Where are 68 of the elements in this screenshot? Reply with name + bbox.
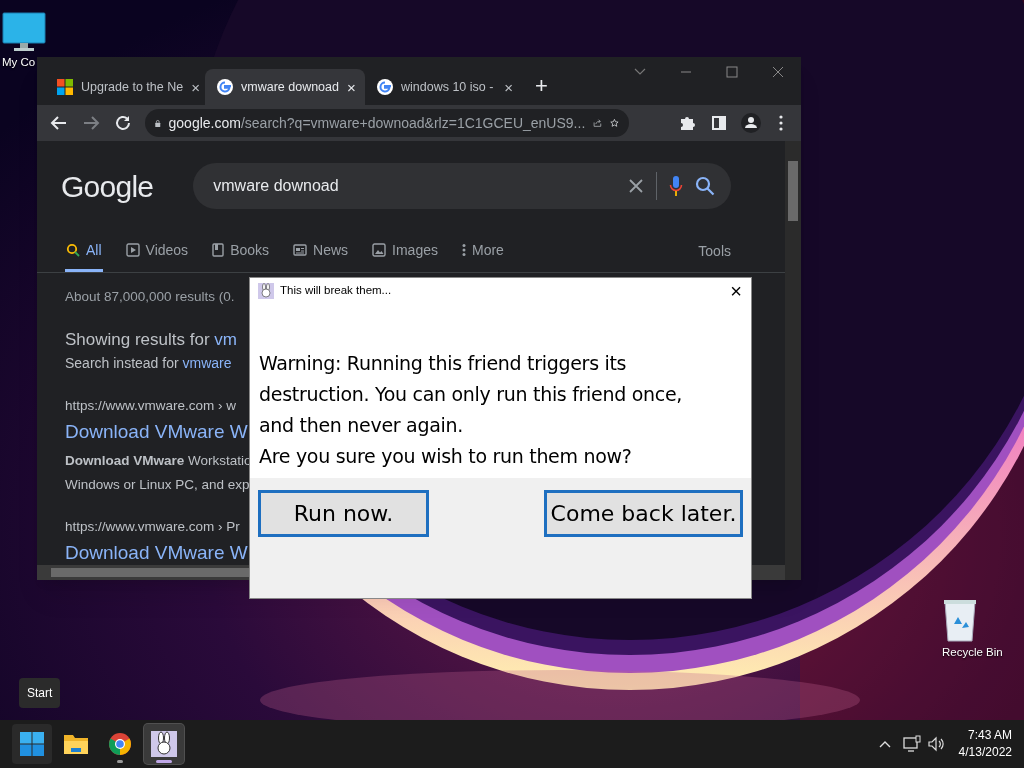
tools-link[interactable]: Tools	[698, 241, 731, 262]
browser-tab[interactable]: Upgrade to the Ne ×	[45, 69, 205, 105]
tab-close-button[interactable]: ×	[191, 79, 200, 95]
url-text: google.com/search?q=vmware+downoad&rlz=1C1GCEU_enUS9...	[168, 113, 586, 133]
monitor-icon	[2, 12, 46, 52]
browser-tab[interactable]: vmware downoad ×	[205, 69, 365, 105]
taskbar-button[interactable]	[12, 724, 52, 764]
dialog-button[interactable]: Come back later.	[544, 490, 743, 537]
search-tab[interactable]: Books	[211, 231, 271, 272]
network-icon[interactable]	[902, 735, 921, 753]
search-tab[interactable]: Videos	[124, 231, 190, 272]
result-snippet: Windows or Linux PC, and exp	[65, 475, 250, 494]
result-snippet: Download VMware Workstatio	[65, 451, 252, 470]
scrollbar[interactable]	[785, 141, 801, 580]
book-icon	[212, 243, 225, 257]
tab-title: Upgrade to the Ne	[81, 78, 184, 96]
search-tab[interactable]: Images	[371, 231, 439, 272]
news-icon	[293, 244, 308, 256]
bunny-icon	[151, 731, 177, 757]
close-button[interactable]: ×	[721, 281, 751, 301]
tab-title: windows 10 iso -	[401, 78, 495, 96]
search-field[interactable]: vmware downoad	[193, 163, 732, 209]
bunny-icon	[258, 283, 274, 299]
result-url: https://www.vmware.com › w	[65, 396, 237, 415]
dialog-title: This will break them...	[280, 283, 393, 299]
recycle-bin-icon	[942, 598, 978, 642]
warning-text: Are you sure you wish to run them now?	[259, 444, 633, 469]
image-icon	[372, 243, 387, 257]
microphone-icon[interactable]	[669, 175, 684, 197]
search-icon[interactable]	[695, 176, 716, 196]
google-logo-icon	[377, 79, 393, 95]
tooltip: Start	[19, 678, 61, 708]
browser-tab[interactable]: windows 10 iso - ×	[365, 69, 525, 105]
speaker-icon[interactable]	[926, 735, 945, 753]
play-icon	[125, 243, 140, 257]
dialog-button[interactable]: Run now.	[258, 490, 429, 537]
search-tab[interactable]: More	[461, 231, 505, 272]
warning-text: destruction. You can only run this friend once,	[259, 382, 684, 407]
google-logo-icon	[217, 79, 233, 95]
search-instead-text: Search instead for vmware	[65, 353, 232, 373]
tab-close-button[interactable]: ×	[504, 79, 513, 95]
address-bar[interactable]: google.com/search?q=vmware+downoad&rlz=1C1GCEU_enUS9...	[145, 109, 629, 137]
clear-icon[interactable]	[628, 178, 645, 194]
search-icon	[66, 243, 80, 257]
showing-results-text: Showing results for vm	[65, 329, 237, 352]
search-tab[interactable]: All	[65, 231, 103, 272]
result-title-link[interactable]: Download VMware W	[65, 418, 248, 447]
warning-text: Warning: Running this friend triggers its	[259, 351, 628, 376]
clock-time[interactable]: 7:43 AM	[967, 727, 1012, 744]
clock-date[interactable]: 4/13/2022	[958, 744, 1012, 761]
results-count: About 87,000,000 results (0.	[65, 288, 235, 306]
start-icon	[20, 732, 44, 756]
more-icon	[462, 243, 466, 257]
folder-icon	[63, 733, 89, 755]
desktop-icon-label[interactable]: Recycle Bin	[942, 644, 1003, 662]
google-logo[interactable]: Google	[61, 163, 154, 209]
result-title-link[interactable]: Download VMware W	[65, 539, 248, 568]
query-text: vmware downoad	[213, 176, 340, 196]
result-url: https://www.vmware.com › Pr	[65, 518, 240, 536]
desktop-icon-label[interactable]: My Co	[2, 54, 36, 72]
tab-title: vmware downoad	[241, 78, 339, 96]
search-tab[interactable]: News	[292, 231, 350, 272]
tab-close-button[interactable]: ×	[346, 79, 356, 95]
warning-text: and then never again.	[259, 413, 464, 438]
taskbar-button[interactable]	[144, 724, 184, 764]
chrome-icon	[108, 732, 132, 756]
windows-logo-icon	[57, 79, 73, 95]
new-tab-button[interactable]: +	[535, 75, 548, 97]
